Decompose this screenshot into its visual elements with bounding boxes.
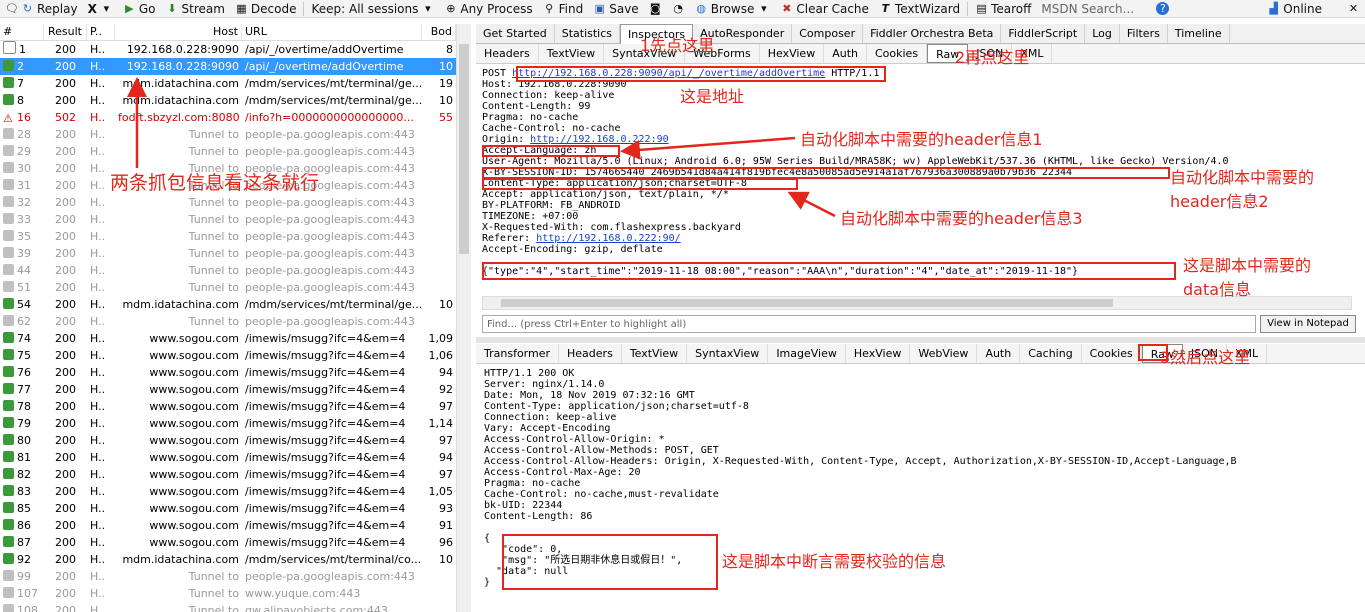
annotation-arrows: [127, 77, 836, 218]
arrow-header1: [620, 136, 796, 160]
arrow-header3: [787, 191, 836, 218]
